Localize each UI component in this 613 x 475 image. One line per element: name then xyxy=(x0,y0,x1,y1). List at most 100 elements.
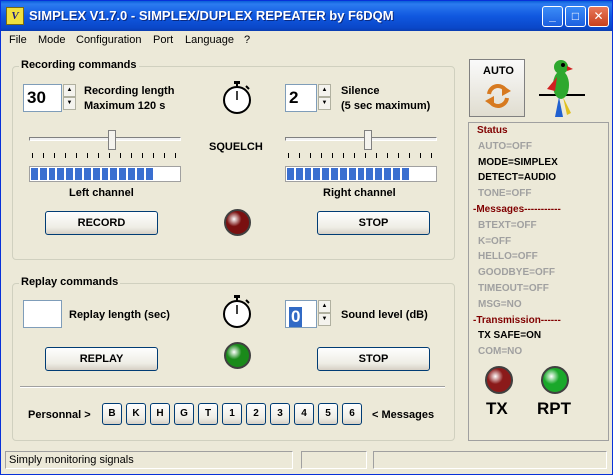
status-line: Status xyxy=(477,125,508,136)
title-bar[interactable]: V SIMPLEX V1.7.0 - SIMPLEX/DUPLEX REPEAT… xyxy=(1,1,612,31)
stopwatch-icon xyxy=(223,295,251,328)
message-key-6[interactable]: 6 xyxy=(342,403,362,425)
status-bar: Simply monitoring signals xyxy=(1,449,612,474)
message-key-4[interactable]: 4 xyxy=(294,403,314,425)
replay-button[interactable]: REPLAY xyxy=(45,347,158,371)
menu-language[interactable]: Language xyxy=(185,34,234,46)
menu-mode[interactable]: Mode xyxy=(38,34,66,46)
message-key-5[interactable]: 5 xyxy=(318,403,338,425)
spin-down-icon[interactable]: ▼ xyxy=(318,97,331,110)
vu-segment xyxy=(375,168,383,180)
status-line: AUTO=OFF xyxy=(478,140,532,152)
vu-segment xyxy=(401,168,409,180)
record-led xyxy=(224,209,251,236)
rpt-led xyxy=(541,366,569,394)
vu-segment-empty xyxy=(155,168,162,180)
tx-led xyxy=(485,366,513,394)
vu-segment xyxy=(357,168,365,180)
message-key-3[interactable]: 3 xyxy=(270,403,290,425)
vu-segment xyxy=(92,168,100,180)
vu-segment xyxy=(110,168,118,180)
menu-help[interactable]: ? xyxy=(244,34,250,46)
vu-segment xyxy=(119,168,127,180)
auto-button[interactable]: AUTO xyxy=(469,59,525,117)
vu-segment xyxy=(295,168,303,180)
vu-segment xyxy=(66,168,74,180)
left-squelch-thumb[interactable] xyxy=(108,130,117,150)
vu-segment xyxy=(304,168,312,180)
vu-segment xyxy=(31,168,38,180)
vu-segment xyxy=(313,168,321,180)
message-key-h[interactable]: H xyxy=(150,403,170,425)
minimize-icon: _ xyxy=(549,9,556,23)
vu-segment-empty xyxy=(172,168,179,180)
vu-segment-empty xyxy=(163,168,170,180)
vu-segment xyxy=(348,168,356,180)
message-key-1[interactable]: 1 xyxy=(222,403,242,425)
menu-configuration[interactable]: Configuration xyxy=(76,34,141,46)
status-line: TIMEOUT=OFF xyxy=(478,283,549,294)
close-icon: ✕ xyxy=(593,9,604,23)
minimize-button[interactable]: _ xyxy=(542,6,563,27)
left-channel-label: Left channel xyxy=(69,187,134,199)
right-squelch-track[interactable] xyxy=(285,137,437,141)
close-button[interactable]: ✕ xyxy=(588,6,609,27)
status-line: COM=NO xyxy=(478,346,523,358)
message-key-k[interactable]: K xyxy=(126,403,146,425)
message-key-g[interactable]: G xyxy=(174,403,194,425)
status-line: MSG=NO xyxy=(478,298,522,310)
record-button[interactable]: RECORD xyxy=(45,211,158,235)
sound-level-input[interactable]: 0 xyxy=(285,300,317,328)
menu-bar: File Mode Configuration Port Language ? xyxy=(1,31,612,50)
menu-file[interactable]: File xyxy=(9,34,27,46)
status-line: K=OFF xyxy=(478,235,512,247)
personnal-label: Personnal > xyxy=(28,409,91,421)
app-icon: V xyxy=(6,7,24,25)
status-line: HELLO=OFF xyxy=(478,251,538,263)
message-key-t[interactable]: T xyxy=(198,403,218,425)
replay-stop-button[interactable]: STOP xyxy=(317,347,430,371)
parrot-logo-icon xyxy=(539,60,585,117)
status-line: BTEXT=OFF xyxy=(478,219,537,231)
status-line: -Transmission------ xyxy=(473,314,561,326)
sound-level-spinner[interactable]: ▲ ▼ xyxy=(318,300,331,326)
menu-port[interactable]: Port xyxy=(153,34,173,46)
vu-segment xyxy=(57,168,65,180)
left-squelch-track[interactable] xyxy=(29,137,181,141)
messages-label: < Messages xyxy=(372,409,435,421)
message-key-2[interactable]: 2 xyxy=(246,403,266,425)
status-message: Simply monitoring signals xyxy=(5,451,293,469)
vu-segment xyxy=(83,168,91,180)
spin-up-icon[interactable]: ▲ xyxy=(318,84,331,97)
spin-down-icon[interactable]: ▼ xyxy=(63,97,76,110)
message-key-b[interactable]: B xyxy=(102,403,122,425)
spin-down-icon[interactable]: ▼ xyxy=(318,313,331,326)
recording-length-max: Maximum 120 s xyxy=(84,100,166,112)
maximize-button[interactable]: □ xyxy=(565,6,586,27)
vu-segment xyxy=(339,168,347,180)
status-line: TONE=OFF xyxy=(478,188,532,200)
vu-segment xyxy=(145,168,153,180)
vu-segment-empty xyxy=(419,168,426,180)
vu-segment xyxy=(128,168,135,180)
right-squelch-thumb[interactable] xyxy=(364,130,373,150)
spin-up-icon[interactable]: ▲ xyxy=(318,300,331,313)
silence-input[interactable]: 2 xyxy=(285,84,317,112)
window-title: SIMPLEX V1.7.0 - SIMPLEX/DUPLEX REPEATER… xyxy=(29,8,394,23)
status-line: DETECT=AUDIO xyxy=(478,172,557,184)
recording-length-spinner[interactable]: ▲ ▼ xyxy=(63,84,76,110)
stopwatch-icon xyxy=(223,81,251,114)
vu-segment xyxy=(392,168,400,180)
replay-length-input[interactable] xyxy=(23,300,62,328)
vu-segment-empty xyxy=(411,168,418,180)
status-line: GOODBYE=OFF xyxy=(478,267,555,279)
silence-spinner[interactable]: ▲ ▼ xyxy=(318,84,331,110)
sound-level-value: 0 xyxy=(289,307,303,327)
vu-segment xyxy=(39,168,47,180)
main-window: V SIMPLEX V1.7.0 - SIMPLEX/DUPLEX REPEAT… xyxy=(0,0,613,475)
vu-segment xyxy=(48,168,56,180)
recording-length-input[interactable]: 30 xyxy=(23,84,62,112)
recording-stop-button[interactable]: STOP xyxy=(317,211,430,235)
spin-up-icon[interactable]: ▲ xyxy=(63,84,76,97)
vu-segment xyxy=(331,168,338,180)
